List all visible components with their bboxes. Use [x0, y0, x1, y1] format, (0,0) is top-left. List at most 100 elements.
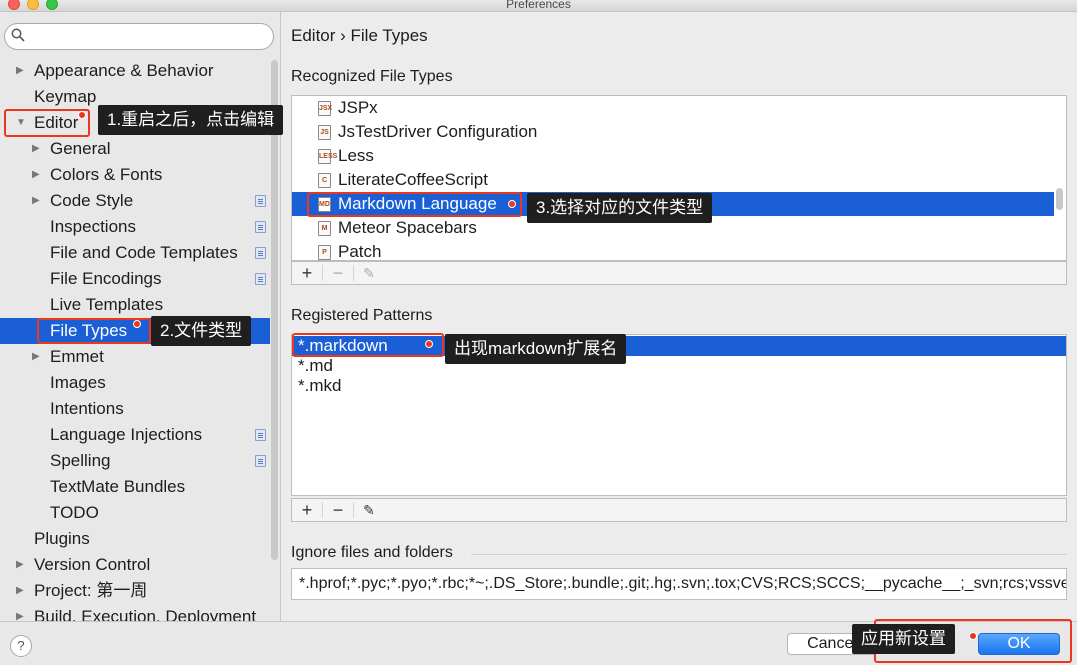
jspx-icon: JSX	[318, 101, 332, 116]
chevron-right-icon[interactable]: ▶	[32, 162, 40, 188]
annotation-apply: 应用新设置	[852, 624, 955, 654]
sidebar-item-images[interactable]: Images	[0, 370, 270, 396]
patch-icon: P	[318, 245, 331, 260]
sidebar-item-label: Live Templates	[50, 295, 164, 314]
sidebar-item-project[interactable]: ▶ Project: 第一周	[0, 578, 270, 604]
sidebar-item-label: Spelling	[50, 451, 111, 470]
remove-file-type-button[interactable]: −	[323, 262, 353, 284]
coffee-icon: C	[318, 173, 331, 188]
less-icon: LESS	[318, 149, 337, 164]
chevron-right-icon[interactable]: ▶	[16, 552, 24, 578]
file-types-list[interactable]: JSX JSPx JS JsTestDriver Configuration LESS L…	[291, 95, 1067, 261]
file-type-label: Patch	[338, 242, 382, 261]
sidebar-item-label: Code Style	[50, 191, 134, 210]
chevron-right-icon[interactable]: ▶	[16, 604, 24, 621]
sidebar-item-label: Build, Execution, Deployment	[34, 607, 257, 621]
sidebar-item-version-control[interactable]: ▶ Version Control	[0, 552, 270, 578]
file-type-label: JsTestDriver Configuration	[338, 122, 538, 141]
patterns-toolbar: + − ✎	[291, 498, 1067, 522]
sidebar-item-file-encodings[interactable]: File Encodings	[0, 266, 270, 292]
sidebar-item-intentions[interactable]: Intentions	[0, 396, 270, 422]
ignore-files-input[interactable]: *.hprof;*.pyc;*.pyo;*.rbc;*~;.DS_Store;.…	[291, 568, 1067, 600]
chevron-right-icon[interactable]: ▶	[32, 344, 40, 370]
project-settings-icon	[255, 195, 266, 207]
annotation-dot	[969, 632, 977, 640]
sidebar-item-plugins[interactable]: Plugins	[0, 526, 270, 552]
sidebar-item-todo[interactable]: TODO	[0, 500, 270, 526]
sidebar-item-file-and-code-templates[interactable]: File and Code Templates	[0, 240, 270, 266]
sidebar-item-label: TODO	[50, 503, 99, 522]
sidebar-item-build-execution-deployment[interactable]: ▶ Build, Execution, Deployment	[0, 604, 270, 621]
file-types-scrollbar[interactable]	[1056, 188, 1063, 210]
sidebar-item-general[interactable]: ▶ General	[0, 136, 270, 162]
file-type-label: Meteor Spacebars	[338, 218, 477, 237]
sidebar-item-language-injections[interactable]: Language Injections	[0, 422, 270, 448]
remove-pattern-button[interactable]: −	[323, 499, 353, 521]
help-button[interactable]: ?	[10, 635, 32, 657]
sidebar-item-label: Version Control	[34, 555, 151, 574]
edit-pattern-button[interactable]: ✎	[354, 499, 384, 521]
patterns-list[interactable]: *.markdown *.md *.mkd	[291, 334, 1067, 496]
sidebar-item-inspections[interactable]: Inspections	[0, 214, 270, 240]
recognized-file-types-label: Recognized File Types	[291, 68, 453, 85]
title-bar: Preferences	[0, 0, 1077, 12]
sidebar-item-spelling[interactable]: Spelling	[0, 448, 270, 474]
chevron-right-icon[interactable]: ▶	[32, 188, 40, 214]
file-type-row[interactable]: LESS Less	[292, 144, 1054, 168]
add-file-type-button[interactable]: +	[292, 262, 322, 284]
annotation-step3: 3.选择对应的文件类型	[527, 193, 713, 223]
sidebar-item-label: TextMate Bundles	[50, 477, 186, 496]
sidebar-item-label: Emmet	[50, 347, 104, 366]
window-title: Preferences	[506, 0, 571, 11]
add-pattern-button[interactable]: +	[292, 499, 322, 521]
sidebar-item-live-templates[interactable]: Live Templates	[0, 292, 270, 318]
chevron-right-icon[interactable]: ▶	[16, 58, 24, 84]
sidebar-item-appearance-behavior[interactable]: ▶ Appearance & Behavior	[0, 58, 270, 84]
project-settings-icon	[255, 247, 266, 259]
search-input[interactable]	[4, 23, 274, 50]
file-type-row[interactable]: JSX JSPx	[292, 96, 1054, 120]
annotation-step4: 出现markdown扩展名	[445, 334, 627, 364]
pattern-highlight-box	[292, 333, 444, 357]
sidebar-item-label: Language Injections	[50, 425, 203, 444]
ignore-files-label: Ignore files and folders	[291, 544, 1067, 562]
edit-file-type-button[interactable]: ✎	[354, 262, 384, 284]
project-settings-icon	[255, 455, 266, 467]
sidebar-item-label: File and Code Templates	[50, 243, 238, 262]
chevron-right-icon[interactable]: ▶	[16, 578, 24, 604]
sidebar-item-label: General	[50, 139, 111, 158]
annotation-step2: 2.文件类型	[151, 316, 252, 346]
chevron-right-icon[interactable]: ▶	[32, 136, 40, 162]
main-panel: Editor › File Types Recognized File Type…	[282, 12, 1077, 621]
sidebar-item-code-style[interactable]: ▶ Code Style	[0, 188, 270, 214]
search-icon	[11, 28, 25, 42]
file-types-toolbar: + − ✎	[291, 261, 1067, 285]
meteor-icon: M	[318, 221, 331, 236]
sidebar-item-label: Intentions	[50, 399, 124, 418]
markdown-highlight-box	[307, 192, 522, 217]
file-type-row[interactable]: C LiterateCoffeeScript	[292, 168, 1054, 192]
sidebar-item-colors-fonts[interactable]: ▶ Colors & Fonts	[0, 162, 270, 188]
annotation-step1: 1.重启之后，点击编辑	[98, 105, 284, 135]
project-settings-icon	[255, 429, 266, 441]
sidebar-item-textmate-bundles[interactable]: TextMate Bundles	[0, 474, 270, 500]
sidebar-item-label: Keymap	[34, 87, 97, 106]
jstestdriver-icon: JS	[318, 125, 331, 140]
pattern-row[interactable]: *.md	[292, 356, 1066, 376]
sidebar-scrollbar[interactable]	[271, 60, 278, 560]
file-type-row[interactable]: JS JsTestDriver Configuration	[292, 120, 1054, 144]
sidebar-item-label: Colors & Fonts	[50, 165, 163, 184]
annotation-dot	[425, 340, 433, 348]
pattern-row[interactable]: *.mkd	[292, 376, 1066, 396]
annotation-dot	[133, 320, 141, 328]
project-settings-icon	[255, 273, 266, 285]
sidebar-item-label: Inspections	[50, 217, 136, 236]
sidebar-item-label: File Encodings	[50, 269, 162, 288]
file-type-label: JSPx	[338, 98, 378, 117]
registered-patterns-label: Registered Patterns	[291, 307, 433, 324]
file-type-label: LiterateCoffeeScript	[338, 170, 488, 189]
sidebar-item-emmet[interactable]: ▶ Emmet	[0, 344, 270, 370]
sidebar-item-label: Plugins	[34, 529, 90, 548]
breadcrumb: Editor › File Types	[291, 26, 428, 45]
file-type-row[interactable]: P Patch	[292, 240, 1054, 261]
